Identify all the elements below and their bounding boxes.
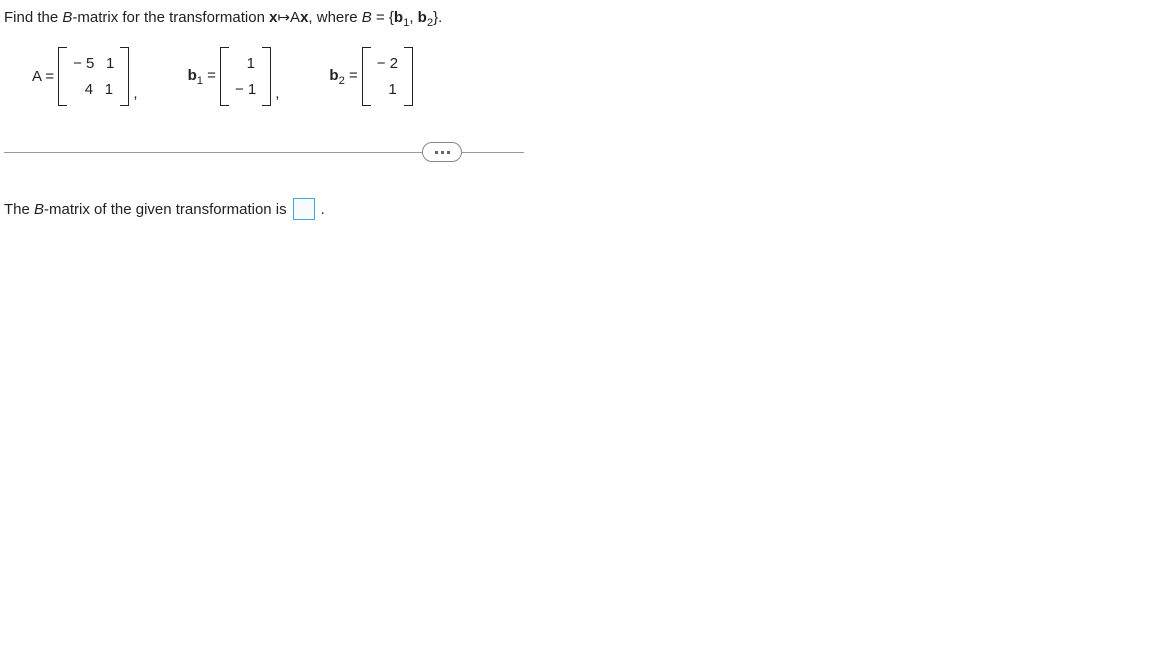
vector-b1: 1 − 1 — [220, 47, 271, 106]
answer-period: . — [321, 201, 325, 218]
section-divider — [4, 142, 1148, 162]
answer-prompt: The B-matrix of the given transformation… — [4, 198, 1148, 220]
vector-b2-expression: b2 = − 2 1 — [329, 47, 413, 106]
vector-b1-expression: b1 = 1 − 1 , — [188, 47, 280, 106]
vector-b2: − 2 1 — [362, 47, 413, 106]
vector-b1-label: b1 = — [188, 67, 216, 87]
vector-b2-label: b2 = — [329, 67, 357, 87]
matrix-A: − 5 1 4 1 — [58, 47, 129, 106]
matrix-A-label: A = — [32, 68, 54, 85]
question-prompt: Find the B-matrix for the transformation… — [4, 8, 1148, 29]
ellipsis-icon — [435, 151, 450, 154]
matrix-A-expression: A = − 5 1 4 1 , — [32, 47, 138, 106]
question-text: Find the B-matrix for the transformation… — [4, 8, 442, 29]
answer-text: The B-matrix of the given transformation… — [4, 201, 287, 218]
equation-row: A = − 5 1 4 1 , b1 = 1 — [4, 47, 1148, 106]
expand-button[interactable] — [422, 142, 462, 162]
answer-input[interactable] — [293, 198, 315, 220]
